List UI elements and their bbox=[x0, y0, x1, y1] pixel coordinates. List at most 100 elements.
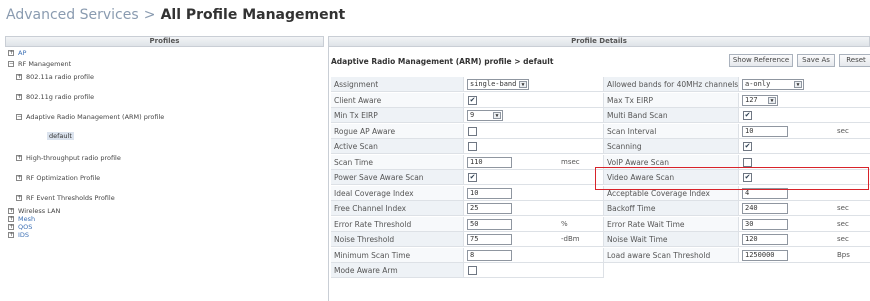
scan-interval-input[interactable]: 10 bbox=[742, 125, 788, 137]
rogue-ap-aware-checkbox[interactable] bbox=[468, 126, 477, 136]
noise-threshold-input[interactable]: 75 bbox=[467, 234, 512, 245]
tree-item-label[interactable]: 802.11g radio profile bbox=[26, 93, 94, 101]
max-tx-eirp-select[interactable]: 127 ▼ bbox=[742, 94, 778, 106]
scan-interval-value-cell: 10 sec bbox=[739, 123, 870, 139]
rogue-ap-aware-label: Rogue AP Aware bbox=[331, 123, 464, 139]
video-aware-scan-highlight bbox=[595, 167, 869, 190]
min-tx-eirp-label: Min Tx EIRP bbox=[331, 108, 464, 123]
expand-icon[interactable]: + bbox=[16, 94, 22, 100]
allowed-bands-for-40mhz-channels-select[interactable]: a-only ▼ bbox=[742, 79, 804, 90]
min-tx-eirp-select[interactable]: 9 ▼ bbox=[467, 110, 503, 121]
error-rate-wait-time-input[interactable]: 30 bbox=[742, 218, 788, 230]
expand-icon[interactable]: + bbox=[8, 216, 14, 222]
chevron-down-icon[interactable]: ▼ bbox=[794, 81, 802, 88]
noise-wait-time-input[interactable]: 120 bbox=[742, 234, 788, 245]
tree-item-label[interactable]: Wireless LAN bbox=[18, 207, 60, 215]
tree-item-rf-management[interactable]: − RF Management bbox=[8, 60, 71, 68]
tree-item-label[interactable]: High-throughput radio profile bbox=[26, 154, 121, 162]
tree-item-label[interactable]: QOS bbox=[18, 223, 32, 231]
tree-item-label[interactable]: Mesh bbox=[18, 215, 35, 223]
active-scan-checkbox[interactable] bbox=[468, 142, 477, 151]
chevron-down-icon[interactable]: ▼ bbox=[519, 81, 527, 88]
expand-icon[interactable]: + bbox=[8, 224, 14, 230]
expand-icon[interactable]: + bbox=[16, 195, 22, 201]
minimum-scan-time-value-cell: 8 bbox=[464, 247, 604, 263]
scanning-checkbox[interactable]: ✔ bbox=[743, 142, 752, 151]
error-rate-threshold-unit: % bbox=[561, 219, 568, 228]
expand-icon[interactable]: + bbox=[16, 175, 22, 181]
page-title: All Profile Management bbox=[160, 7, 346, 23]
mode-aware-arm-checkbox[interactable] bbox=[468, 266, 477, 275]
tree-item-802-11g-radio-profile[interactable]: +802.11g radio profile bbox=[16, 93, 94, 101]
profile-details-header: Profile Details bbox=[329, 36, 870, 47]
collapse-icon[interactable]: − bbox=[8, 61, 14, 67]
tree-item-ids[interactable]: + IDS bbox=[8, 231, 29, 239]
expand-icon[interactable]: + bbox=[8, 208, 14, 214]
tree-item-adaptive-radio-management-arm-profile[interactable]: − Adaptive Radio Management (ARM) profile bbox=[16, 113, 164, 121]
voip-aware-scan-checkbox[interactable] bbox=[743, 157, 752, 167]
client-aware-checkbox[interactable]: ✔ bbox=[468, 95, 477, 105]
scan-time-input[interactable]: 110 bbox=[467, 156, 512, 168]
tree-item-label[interactable]: 802.11a radio profile bbox=[26, 73, 94, 81]
error-rate-wait-time-label: Error Rate Wait Time bbox=[604, 216, 739, 232]
expand-icon[interactable]: + bbox=[8, 50, 14, 56]
multi-band-scan-value-cell: ✔ bbox=[739, 108, 870, 123]
expand-icon[interactable]: + bbox=[16, 74, 22, 80]
breadcrumb-parent[interactable]: Advanced Services bbox=[6, 7, 139, 23]
assignment-value-cell: single-band ▼ bbox=[464, 77, 604, 92]
collapse-icon[interactable]: − bbox=[16, 114, 22, 120]
noise-wait-time-value-cell: 120 sec bbox=[739, 232, 870, 247]
rogue-ap-aware-value-cell bbox=[464, 123, 604, 139]
profiles-panel: Profiles + AP − RF Management +802.11a radio… bbox=[5, 36, 324, 301]
profiles-panel-header: Profiles bbox=[5, 36, 324, 47]
expand-icon[interactable]: + bbox=[8, 232, 14, 238]
min-tx-eirp-value-cell: 9 ▼ bbox=[464, 108, 604, 123]
load-aware-scan-threshold-input[interactable]: 1250000 bbox=[742, 249, 788, 261]
free-channel-index-input[interactable]: 25 bbox=[467, 203, 512, 214]
mode-aware-arm-value-cell bbox=[464, 263, 604, 278]
reset-button[interactable]: Reset bbox=[839, 54, 870, 67]
tree-item-qos[interactable]: + QOS bbox=[8, 223, 32, 231]
power-save-aware-scan-checkbox[interactable]: ✔ bbox=[468, 173, 477, 182]
noise-wait-time-label: Noise Wait Time bbox=[604, 232, 739, 247]
tree-item-label[interactable]: RF Management bbox=[18, 60, 71, 68]
ideal-coverage-index-input[interactable]: 10 bbox=[467, 187, 512, 199]
multi-band-scan-label: Multi Band Scan bbox=[604, 108, 739, 123]
backoff-time-input[interactable]: 240 bbox=[742, 203, 788, 214]
chevron-down-icon[interactable]: ▼ bbox=[493, 112, 501, 119]
tree-item-default[interactable]: default bbox=[47, 132, 74, 140]
client-aware-value-cell: ✔ bbox=[464, 92, 604, 108]
noise-threshold-value-cell: 75 -dBm bbox=[464, 232, 604, 247]
ideal-coverage-index-label: Ideal Coverage Index bbox=[331, 185, 464, 201]
tree-item-high-throughput-radio-profile[interactable]: + High-throughput radio profile bbox=[16, 154, 121, 162]
tree-item-label[interactable]: default bbox=[47, 132, 74, 140]
chevron-down-icon[interactable]: ▼ bbox=[768, 96, 776, 104]
error-rate-threshold-value-cell: 50% bbox=[464, 216, 604, 232]
tree-item-ap[interactable]: + AP bbox=[8, 49, 26, 57]
tree-item-label[interactable]: IDS bbox=[18, 231, 29, 239]
active-scan-label: Active Scan bbox=[331, 139, 464, 154]
assignment-label: Assignment bbox=[331, 77, 464, 92]
show-reference-button[interactable]: Show Reference bbox=[729, 54, 793, 67]
tree-item-wireless-lan[interactable]: + Wireless LAN bbox=[8, 207, 60, 215]
tree-item-label[interactable]: RF Optimization Profile bbox=[26, 174, 100, 182]
minimum-scan-time-input[interactable]: 8 bbox=[467, 249, 512, 261]
tree-item-label[interactable]: AP bbox=[18, 49, 26, 57]
free-channel-index-value-cell: 25 bbox=[464, 201, 604, 216]
max-tx-eirp-label: Max Tx EIRP bbox=[604, 92, 739, 108]
save-as-button[interactable]: Save As bbox=[797, 54, 835, 67]
tree-item-rf-event-thresholds-profile[interactable]: + RF Event Thresholds Profile bbox=[16, 194, 115, 202]
multi-band-scan-checkbox[interactable]: ✔ bbox=[743, 111, 752, 120]
tree-item-label[interactable]: Adaptive Radio Management (ARM) profile bbox=[26, 113, 164, 121]
active-scan-value-cell bbox=[464, 139, 604, 154]
backoff-time-value-cell: 240 sec bbox=[739, 201, 870, 216]
error-rate-threshold-input[interactable]: 50 bbox=[467, 218, 512, 230]
assignment-select[interactable]: single-band ▼ bbox=[467, 79, 529, 90]
tree-item-rf-optimization-profile[interactable]: + RF Optimization Profile bbox=[16, 174, 100, 182]
scan-interval-label: Scan Interval bbox=[604, 123, 739, 139]
scan-time-label: Scan Time bbox=[331, 154, 464, 170]
tree-item-label[interactable]: RF Event Thresholds Profile bbox=[26, 194, 115, 202]
expand-icon[interactable]: + bbox=[16, 155, 22, 161]
tree-item-802-11a-radio-profile[interactable]: +802.11a radio profile bbox=[16, 73, 94, 81]
tree-item-mesh[interactable]: + Mesh bbox=[8, 215, 35, 223]
